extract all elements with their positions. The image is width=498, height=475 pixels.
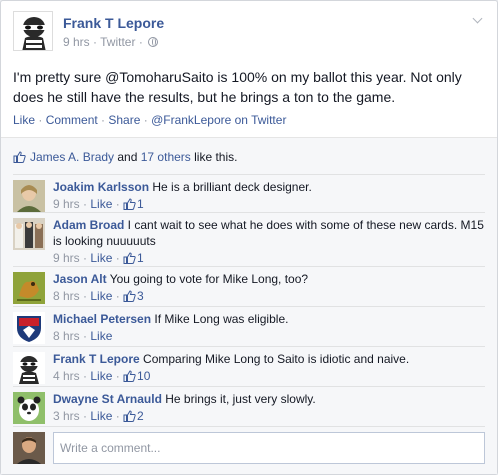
comment-item: Adam Broad I cant wait to see what he do… bbox=[13, 218, 485, 268]
divider bbox=[13, 346, 485, 347]
commenter-avatar[interactable] bbox=[13, 218, 45, 250]
comment-time[interactable]: 9 hrs bbox=[53, 251, 80, 265]
divider bbox=[13, 212, 485, 213]
commenter-name[interactable]: Dwayne St Arnauld bbox=[53, 392, 162, 406]
comment-item: Joakim Karlsson He is a brilliant deck d… bbox=[13, 180, 485, 214]
comment-like-link[interactable]: Like bbox=[90, 369, 112, 383]
author-name[interactable]: Frank T Lepore bbox=[63, 15, 164, 31]
comment-item: Dwayne St Arnauld He brings it, just ver… bbox=[13, 392, 485, 426]
commenter-avatar[interactable] bbox=[13, 312, 45, 344]
comment-time[interactable]: 8 hrs bbox=[53, 329, 80, 343]
thumbs-up-icon bbox=[13, 151, 26, 163]
commenter-name[interactable]: Adam Broad bbox=[53, 218, 124, 232]
twitter-link[interactable]: @FrankLepore on Twitter bbox=[151, 113, 286, 127]
comment-composer: Write a comment... bbox=[13, 432, 485, 464]
share-link[interactable]: Share bbox=[108, 113, 140, 127]
comment-like-count[interactable]: 1 bbox=[123, 251, 144, 265]
commenter-avatar[interactable] bbox=[13, 392, 45, 424]
post-meta: 9 hrs · Twitter · bbox=[63, 35, 159, 49]
thumbs-up-icon bbox=[123, 290, 136, 302]
likes-summary: James A. Brady and 17 others like this. bbox=[13, 148, 485, 168]
commenter-avatar[interactable] bbox=[13, 272, 45, 304]
thumbs-up-icon bbox=[123, 410, 136, 422]
comment-like-link[interactable]: Like bbox=[90, 197, 112, 211]
commenter-name[interactable]: Joakim Karlsson bbox=[53, 180, 149, 194]
comment-input[interactable]: Write a comment... bbox=[53, 432, 485, 464]
comment-like-count[interactable]: 10 bbox=[123, 369, 150, 383]
comment-meta: 9 hrs · Like · 1 bbox=[53, 197, 144, 211]
comment-meta: 4 hrs · Like · 10 bbox=[53, 369, 151, 383]
comment-text: You going to vote for Mike Long, too? bbox=[106, 272, 309, 286]
comment-like-link[interactable]: Like bbox=[90, 251, 112, 265]
comment-item: Frank T Lepore Comparing Mike Long to Sa… bbox=[13, 352, 485, 386]
commenter-avatar[interactable] bbox=[13, 352, 45, 384]
commenter-name[interactable]: Michael Petersen bbox=[53, 312, 151, 326]
globe-icon[interactable] bbox=[148, 37, 159, 47]
like-link[interactable]: Like bbox=[13, 113, 35, 127]
comment-like-count[interactable]: 1 bbox=[123, 197, 144, 211]
comment-time[interactable]: 4 hrs bbox=[53, 369, 80, 383]
post-card: Frank T Lepore 9 hrs · Twitter · I'm pre… bbox=[0, 0, 498, 475]
divider bbox=[13, 266, 485, 267]
post-actions: Like · Comment · Share · @FrankLepore on… bbox=[13, 113, 287, 127]
liker-name[interactable]: James A. Brady bbox=[30, 150, 114, 164]
chevron-down-icon[interactable] bbox=[471, 13, 485, 27]
comment-text: He is a brilliant deck designer. bbox=[149, 180, 312, 194]
comment-time[interactable]: 8 hrs bbox=[53, 289, 80, 303]
comment-like-count[interactable]: 2 bbox=[123, 409, 144, 423]
thumbs-up-icon bbox=[123, 198, 136, 210]
divider bbox=[13, 306, 485, 307]
comment-like-link[interactable]: Like bbox=[90, 329, 112, 343]
commenter-avatar[interactable] bbox=[13, 180, 45, 212]
commenter-name[interactable]: Frank T Lepore bbox=[53, 352, 140, 366]
comment-like-count[interactable]: 3 bbox=[123, 289, 144, 303]
comment-meta: 8 hrs · Like · 3 bbox=[53, 289, 144, 303]
divider bbox=[13, 426, 485, 427]
post-time[interactable]: 9 hrs bbox=[63, 35, 90, 49]
comment-text: If Mike Long was eligible. bbox=[151, 312, 289, 326]
comment-item: Jason Alt You going to vote for Mike Lon… bbox=[13, 272, 485, 306]
comment-text: He brings it, just very slowly. bbox=[161, 392, 316, 406]
comment-meta: 8 hrs · Like bbox=[53, 329, 113, 343]
author-avatar[interactable] bbox=[13, 11, 53, 51]
comment-meta: 3 hrs · Like · 2 bbox=[53, 409, 144, 423]
thumbs-up-icon bbox=[123, 370, 136, 382]
comment-time[interactable]: 3 hrs bbox=[53, 409, 80, 423]
comment-item: Michael Petersen If Mike Long was eligib… bbox=[13, 312, 485, 346]
thumbs-up-icon bbox=[123, 252, 136, 264]
divider bbox=[13, 386, 485, 387]
comment-time[interactable]: 9 hrs bbox=[53, 197, 80, 211]
current-user-avatar bbox=[13, 432, 45, 464]
comment-like-link[interactable]: Like bbox=[90, 409, 112, 423]
comment-like-link[interactable]: Like bbox=[90, 289, 112, 303]
likes-others-link[interactable]: 17 others bbox=[141, 150, 191, 164]
feedback-area: James A. Brady and 17 others like this. … bbox=[1, 137, 497, 474]
comment-link[interactable]: Comment bbox=[46, 113, 98, 127]
post-text: I'm pretty sure @TomoharuSaito is 100% o… bbox=[13, 69, 462, 105]
post-header: Frank T Lepore 9 hrs · Twitter · bbox=[13, 11, 485, 55]
post-source: Twitter bbox=[100, 35, 136, 49]
comment-meta: 9 hrs · Like · 1 bbox=[53, 251, 144, 265]
commenter-name[interactable]: Jason Alt bbox=[53, 272, 107, 286]
comment-text: Comparing Mike Long to Saito is idiotic … bbox=[139, 352, 410, 366]
divider bbox=[13, 174, 485, 175]
